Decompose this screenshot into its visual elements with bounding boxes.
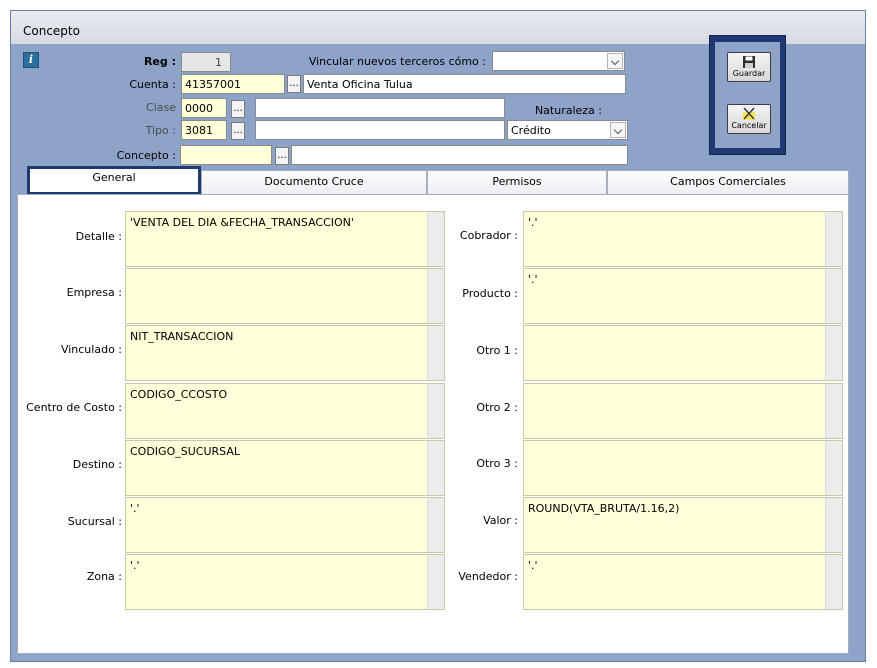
centro-de-costo-scrollbar[interactable]: [427, 384, 444, 438]
valor-scrollbar[interactable]: [825, 498, 842, 552]
cuenta-description-field: Venta Oficina Tulua: [303, 74, 626, 94]
sucursal-scrollbar[interactable]: [427, 498, 444, 552]
cobrador-scrollbar[interactable]: [825, 212, 842, 266]
concepto-lookup-button[interactable]: ...: [275, 147, 289, 165]
reg-field: 1: [181, 52, 231, 72]
otro-2-label: Otro 2 :: [476, 401, 518, 414]
otro-2-field[interactable]: [523, 383, 843, 439]
reg-label: Reg :: [143, 55, 176, 68]
empresa-field[interactable]: [125, 268, 445, 324]
otro-3-scrollbar[interactable]: [825, 441, 842, 495]
tipo-lookup-button[interactable]: ...: [231, 122, 245, 140]
destino-scrollbar[interactable]: [427, 441, 444, 495]
clase-code-input[interactable]: 0000: [181, 98, 227, 118]
vinculado-value: NIT_TRANSACCION: [130, 330, 234, 343]
vendedor-field[interactable]: '.': [523, 554, 843, 610]
floppy-disk-icon: [743, 56, 755, 68]
cobrador-field[interactable]: '.': [523, 211, 843, 267]
cuenta-code-input[interactable]: 41357001: [181, 74, 285, 94]
empresa-label: Empresa :: [66, 286, 122, 299]
tab-documento-cruce[interactable]: Documento Cruce: [201, 170, 427, 194]
vinculado-label: Vinculado :: [60, 343, 122, 356]
info-icon[interactable]: i: [23, 52, 39, 68]
naturaleza-label: Naturaleza :: [534, 104, 602, 117]
destino-label: Destino :: [72, 458, 122, 471]
producto-scrollbar[interactable]: [825, 269, 842, 323]
valor-value: ROUND(VTA_BRUTA/1.16,2): [528, 502, 680, 515]
centro-de-costo-field[interactable]: CODIGO_CCOSTO: [125, 383, 445, 439]
destino-value: CODIGO_SUCURSAL: [130, 445, 240, 458]
otro-1-field[interactable]: [523, 325, 843, 381]
empresa-scrollbar[interactable]: [427, 269, 444, 323]
vendedor-label: Vendedor :: [458, 570, 518, 583]
tipo-description-field: [255, 120, 505, 140]
cancel-x-icon: [743, 107, 755, 120]
cobrador-value: '.': [528, 216, 538, 229]
detalle-label: Detalle :: [75, 230, 122, 243]
vendedor-scrollbar[interactable]: [825, 555, 842, 609]
tab-permisos[interactable]: Permisos: [427, 170, 607, 194]
naturaleza-select-value: Crédito: [511, 124, 551, 137]
zona-scrollbar[interactable]: [427, 555, 444, 609]
action-panel: Guardar Cancelar: [709, 35, 786, 155]
concepto-code-input[interactable]: [180, 145, 272, 165]
otro-3-field[interactable]: [523, 440, 843, 496]
zona-field[interactable]: '.': [125, 554, 445, 610]
vinculado-field[interactable]: NIT_TRANSACCION: [125, 325, 445, 381]
producto-label: Producto :: [462, 287, 518, 300]
tipo-label: Tipo :: [145, 124, 176, 137]
cancel-button-label: Cancelar: [731, 121, 767, 130]
concepto-label: Concepto :: [116, 149, 176, 162]
tab-campos-comerciales-label: Campos Comerciales: [670, 175, 786, 188]
cancel-button[interactable]: Cancelar: [727, 104, 771, 134]
vinculado-scrollbar[interactable]: [427, 326, 444, 380]
otro-1-label: Otro 1 :: [476, 344, 518, 357]
tipo-code-input[interactable]: 3081: [181, 120, 227, 140]
otro-2-scrollbar[interactable]: [825, 384, 842, 438]
concepto-description-field: [291, 145, 628, 165]
cuenta-label: Cuenta :: [129, 78, 176, 91]
centro-de-costo-value: CODIGO_CCOSTO: [130, 388, 228, 401]
tab-general[interactable]: General: [27, 166, 201, 195]
cuenta-lookup-button[interactable]: ...: [287, 75, 301, 93]
sucursal-label: Sucursal :: [67, 515, 122, 528]
centro-de-costo-label: Centro de Costo :: [26, 401, 122, 414]
zona-value: '.': [130, 559, 140, 572]
producto-field[interactable]: '.': [523, 268, 843, 324]
detalle-field[interactable]: 'VENTA DEL DIA &FECHA_TRANSACCION': [125, 211, 445, 267]
tab-general-label: General: [92, 171, 136, 184]
sucursal-field[interactable]: '.': [125, 497, 445, 553]
sucursal-value: '.': [130, 502, 140, 515]
chevron-down-icon[interactable]: [607, 53, 623, 69]
detalle-scrollbar[interactable]: [427, 212, 444, 266]
chevron-down-icon[interactable]: [610, 122, 626, 138]
clase-description-field: [255, 98, 505, 118]
clase-lookup-button[interactable]: ...: [231, 100, 245, 118]
destino-field[interactable]: CODIGO_SUCURSAL: [125, 440, 445, 496]
cobrador-label: Cobrador :: [459, 229, 518, 242]
tab-documento-cruce-label: Documento Cruce: [264, 175, 364, 188]
producto-value: '.': [528, 273, 538, 286]
vincular-label: Vincular nuevos terceros cómo :: [308, 55, 486, 68]
save-button-label: Guardar: [732, 69, 766, 78]
action-panel-inner: Guardar Cancelar: [715, 42, 780, 148]
clase-label: Clase: [146, 101, 176, 114]
tab-permisos-label: Permisos: [492, 175, 542, 188]
valor-label: Valor :: [483, 514, 518, 527]
vincular-select[interactable]: [492, 51, 625, 71]
otro-1-scrollbar[interactable]: [825, 326, 842, 380]
detalle-value: 'VENTA DEL DIA &FECHA_TRANSACCION': [130, 216, 354, 229]
save-button[interactable]: Guardar: [727, 52, 771, 82]
otro-3-label: Otro 3 :: [476, 457, 518, 470]
naturaleza-select[interactable]: Crédito: [507, 120, 628, 140]
valor-field[interactable]: ROUND(VTA_BRUTA/1.16,2): [523, 497, 843, 553]
zona-label: Zona :: [86, 570, 122, 583]
window-title: Concepto: [23, 24, 80, 38]
tab-campos-comerciales[interactable]: Campos Comerciales: [607, 170, 849, 194]
vendedor-value: '.': [528, 559, 538, 572]
